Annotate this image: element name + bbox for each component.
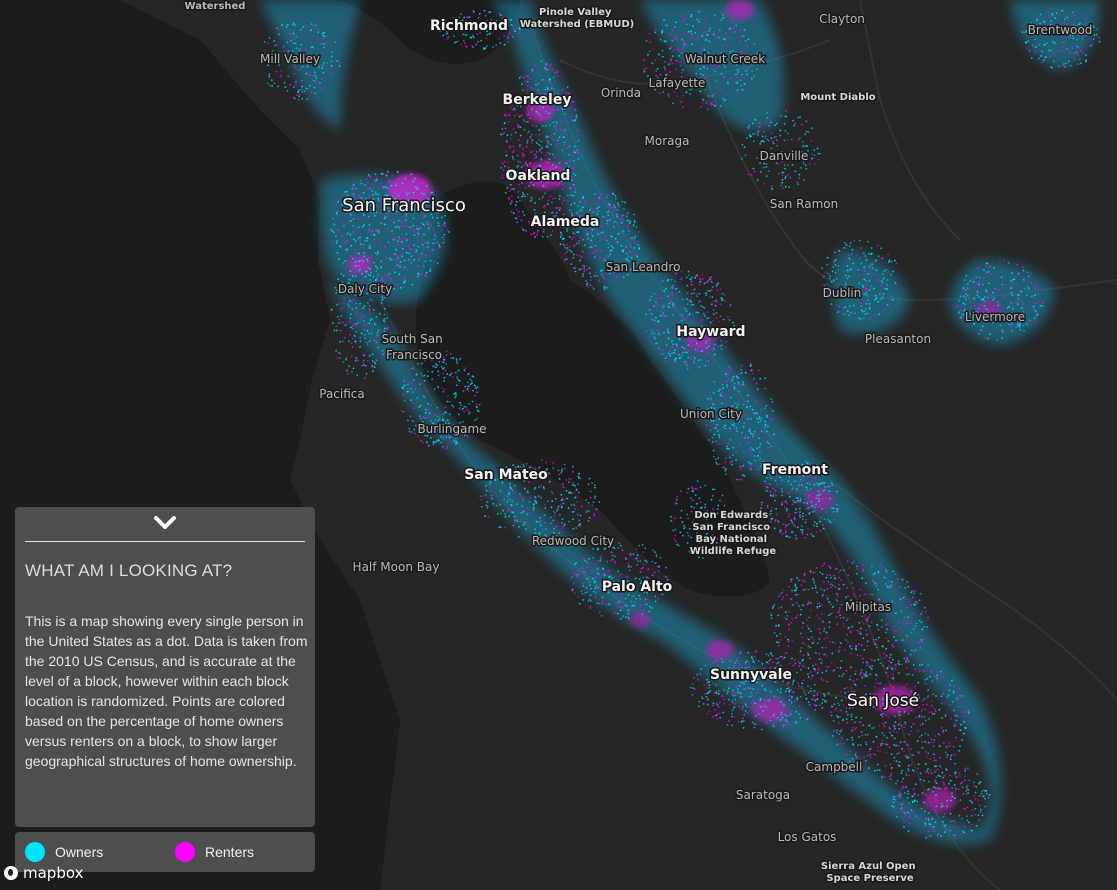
label-orinda: Orinda [601, 86, 641, 100]
mapbox-logo-text: mapbox [23, 864, 84, 882]
label-san-jose: San José [847, 691, 919, 711]
label-san-francisco: San Francisco [342, 195, 466, 216]
label-san-ramon: San Ramon [770, 197, 838, 211]
info-panel: WHAT AM I LOOKING AT? This is a map show… [15, 507, 315, 827]
label-walnut-creek: Walnut Creek [685, 52, 765, 66]
label-berkeley: Berkeley [503, 92, 572, 108]
label-pinole-line-2: Watershed (EBMUD) [520, 19, 634, 30]
chevron-down-icon [154, 516, 176, 529]
label-livermore: Livermore [965, 310, 1025, 324]
label-redwood-city: Redwood City [532, 534, 614, 548]
label-burlingame: Burlingame [417, 422, 486, 436]
label-lafayette: Lafayette [649, 76, 706, 90]
label-brentwood: Brentwood [1028, 23, 1093, 37]
label-daly-city: Daly City [338, 282, 392, 296]
label-fremont: Fremont [762, 462, 828, 478]
label-pleasanton: Pleasanton [865, 332, 931, 346]
label-saratoga: Saratoga [736, 788, 790, 802]
legend-item-renters: Renters [175, 842, 254, 862]
label-milpitas: Milpitas [845, 600, 891, 614]
owners-swatch [25, 842, 45, 862]
collapse-toggle-button[interactable] [149, 511, 181, 535]
label-dublin: Dublin [823, 286, 862, 300]
label-san-mateo: San Mateo [464, 467, 548, 483]
panel-heading: WHAT AM I LOOKING AT? [25, 561, 233, 580]
label-don-edwards-line-3: Bay National [695, 534, 767, 545]
label-san-leandro: San Leandro [606, 260, 681, 274]
label-palo-alto: Palo Alto [602, 579, 673, 595]
label-clayton: Clayton [819, 12, 865, 26]
label-half-moon-bay: Half Moon Bay [353, 560, 440, 574]
label-pinole-line-1: Pinole Valley [539, 7, 612, 18]
label-ssf-line-1: South San [381, 332, 442, 346]
label-mill-valley: Mill Valley [260, 52, 320, 66]
label-don-edwards: Don Edwards San Francisco Bay National W… [690, 510, 777, 557]
label-sunnyvale: Sunnyvale [710, 667, 792, 683]
label-los-gatos: Los Gatos [778, 830, 837, 844]
panel-description: This is a map showing every single perso… [25, 613, 308, 769]
label-don-edwards-line-2: San Francisco [692, 522, 770, 533]
label-hayward: Hayward [676, 324, 745, 340]
label-alameda: Alameda [531, 214, 600, 230]
label-campbell: Campbell [806, 760, 863, 774]
label-union-city: Union City [680, 407, 742, 421]
legend-item-owners: Owners [25, 842, 103, 862]
mapbox-logo-icon [4, 866, 18, 880]
label-don-edwards-line-4: Wildlife Refuge [690, 546, 777, 557]
legend-label-renters: Renters [205, 844, 255, 860]
label-moraga: Moraga [645, 134, 690, 148]
label-richmond: Richmond [430, 18, 508, 34]
panel-divider [25, 541, 305, 542]
label-don-edwards-line-1: Don Edwards [694, 510, 768, 521]
label-sierra-azul-line-1: Sierra Azul Open [821, 861, 916, 872]
legend-label-owners: Owners [55, 844, 104, 860]
label-ssf-line-2: Francisco [386, 348, 442, 362]
label-sierra-azul-line-2: Space Preserve [826, 873, 914, 884]
mapbox-logo[interactable]: mapbox [4, 863, 83, 883]
label-watershed: Watershed [185, 1, 246, 12]
label-danville: Danville [760, 149, 809, 163]
label-sierra-azul: Sierra Azul Open Space Preserve [821, 861, 919, 884]
label-pacifica: Pacifica [319, 387, 365, 401]
renters-swatch [175, 842, 195, 862]
label-mount-diablo: Mount Diablo [800, 92, 875, 103]
label-oakland: Oakland [506, 168, 571, 184]
